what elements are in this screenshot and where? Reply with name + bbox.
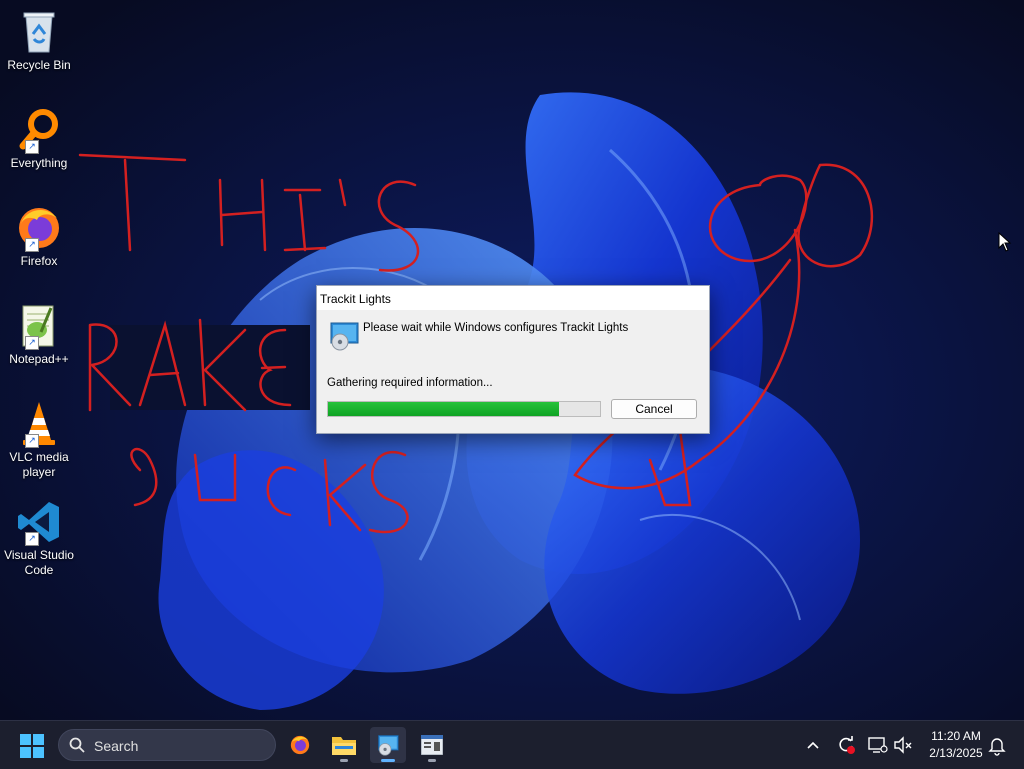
shortcut-arrow-icon: ↗	[25, 238, 39, 252]
shortcut-arrow-icon: ↗	[25, 532, 39, 546]
desktop-icon-vscode[interactable]: ↗ Visual Studio Code	[2, 498, 76, 578]
vscode-icon: ↗	[15, 498, 63, 546]
taskbar-app-window[interactable]	[414, 727, 450, 763]
desktop-icon-recycle-bin[interactable]: Recycle Bin	[2, 8, 76, 73]
desktop-icon-label: Visual Studio Code	[4, 548, 74, 577]
clock-time[interactable]: 11:20 AM	[926, 729, 986, 743]
desktop-icon-vlc[interactable]: ↗ VLC media player	[2, 400, 76, 480]
taskbar-app-firefox[interactable]	[282, 727, 318, 763]
vlc-cone-icon: ↗	[15, 400, 63, 448]
desktop-icon-firefox[interactable]: ↗ Firefox	[2, 204, 76, 269]
cancel-button[interactable]: Cancel	[611, 399, 697, 419]
dialog-status-text: Gathering required information...	[327, 377, 493, 389]
installer-icon	[378, 735, 399, 756]
desktop-icon-label: Notepad++	[9, 352, 69, 366]
folder-icon	[332, 737, 356, 755]
start-button[interactable]	[20, 734, 44, 758]
volume-muted-icon[interactable]	[892, 734, 914, 756]
desktop-icon-label: Firefox	[20, 254, 58, 268]
taskbar-search-box[interactable]: Search	[58, 729, 276, 761]
dialog-message: Please wait while Windows configures Tra…	[363, 322, 629, 334]
notification-bell-icon[interactable]	[986, 734, 1008, 756]
update-icon[interactable]	[835, 734, 857, 756]
running-indicator	[340, 759, 348, 762]
taskbar-app-file-explorer[interactable]	[326, 727, 362, 763]
running-indicator	[381, 759, 395, 762]
network-icon[interactable]	[866, 734, 888, 756]
progress-bar-fill	[328, 402, 560, 416]
shortcut-arrow-icon: ↗	[25, 434, 39, 448]
desktop-icon-notepad-plus-plus[interactable]: ↗ Notepad++	[2, 302, 76, 367]
taskbar-app-installer[interactable]	[370, 727, 406, 763]
progress-bar	[327, 401, 601, 417]
taskbar: Search 11:20 AM 2/13/2025	[0, 720, 1024, 769]
notepad-plus-plus-icon: ↗	[15, 302, 63, 350]
installer-disc-icon	[328, 321, 360, 351]
recycle-bin-icon	[15, 8, 63, 56]
dialog-title: Trackit Lights	[320, 292, 391, 306]
everything-search-icon: ↗	[15, 106, 63, 154]
search-icon	[69, 737, 85, 753]
search-label: Search	[94, 738, 139, 754]
clock-date[interactable]: 2/13/2025	[922, 746, 990, 760]
desktop-icon-label: Recycle Bin	[7, 58, 71, 72]
mouse-cursor-icon	[998, 232, 1012, 252]
installer-dialog: Trackit Lights Please wait while Windows…	[316, 285, 710, 434]
chevron-up-icon[interactable]	[802, 734, 824, 756]
firefox-icon	[290, 735, 310, 755]
app-window-icon	[421, 735, 443, 755]
windows-logo-icon	[20, 734, 44, 758]
firefox-icon: ↗	[15, 204, 63, 252]
shortcut-arrow-icon: ↗	[25, 140, 39, 154]
desktop-icon-label: VLC media player	[9, 450, 69, 479]
running-indicator	[428, 759, 436, 762]
desktop-icon-everything[interactable]: ↗ Everything	[2, 106, 76, 171]
shortcut-arrow-icon: ↗	[25, 336, 39, 350]
desktop-icon-label: Everything	[10, 156, 68, 170]
dialog-titlebar[interactable]: Trackit Lights	[317, 286, 709, 310]
